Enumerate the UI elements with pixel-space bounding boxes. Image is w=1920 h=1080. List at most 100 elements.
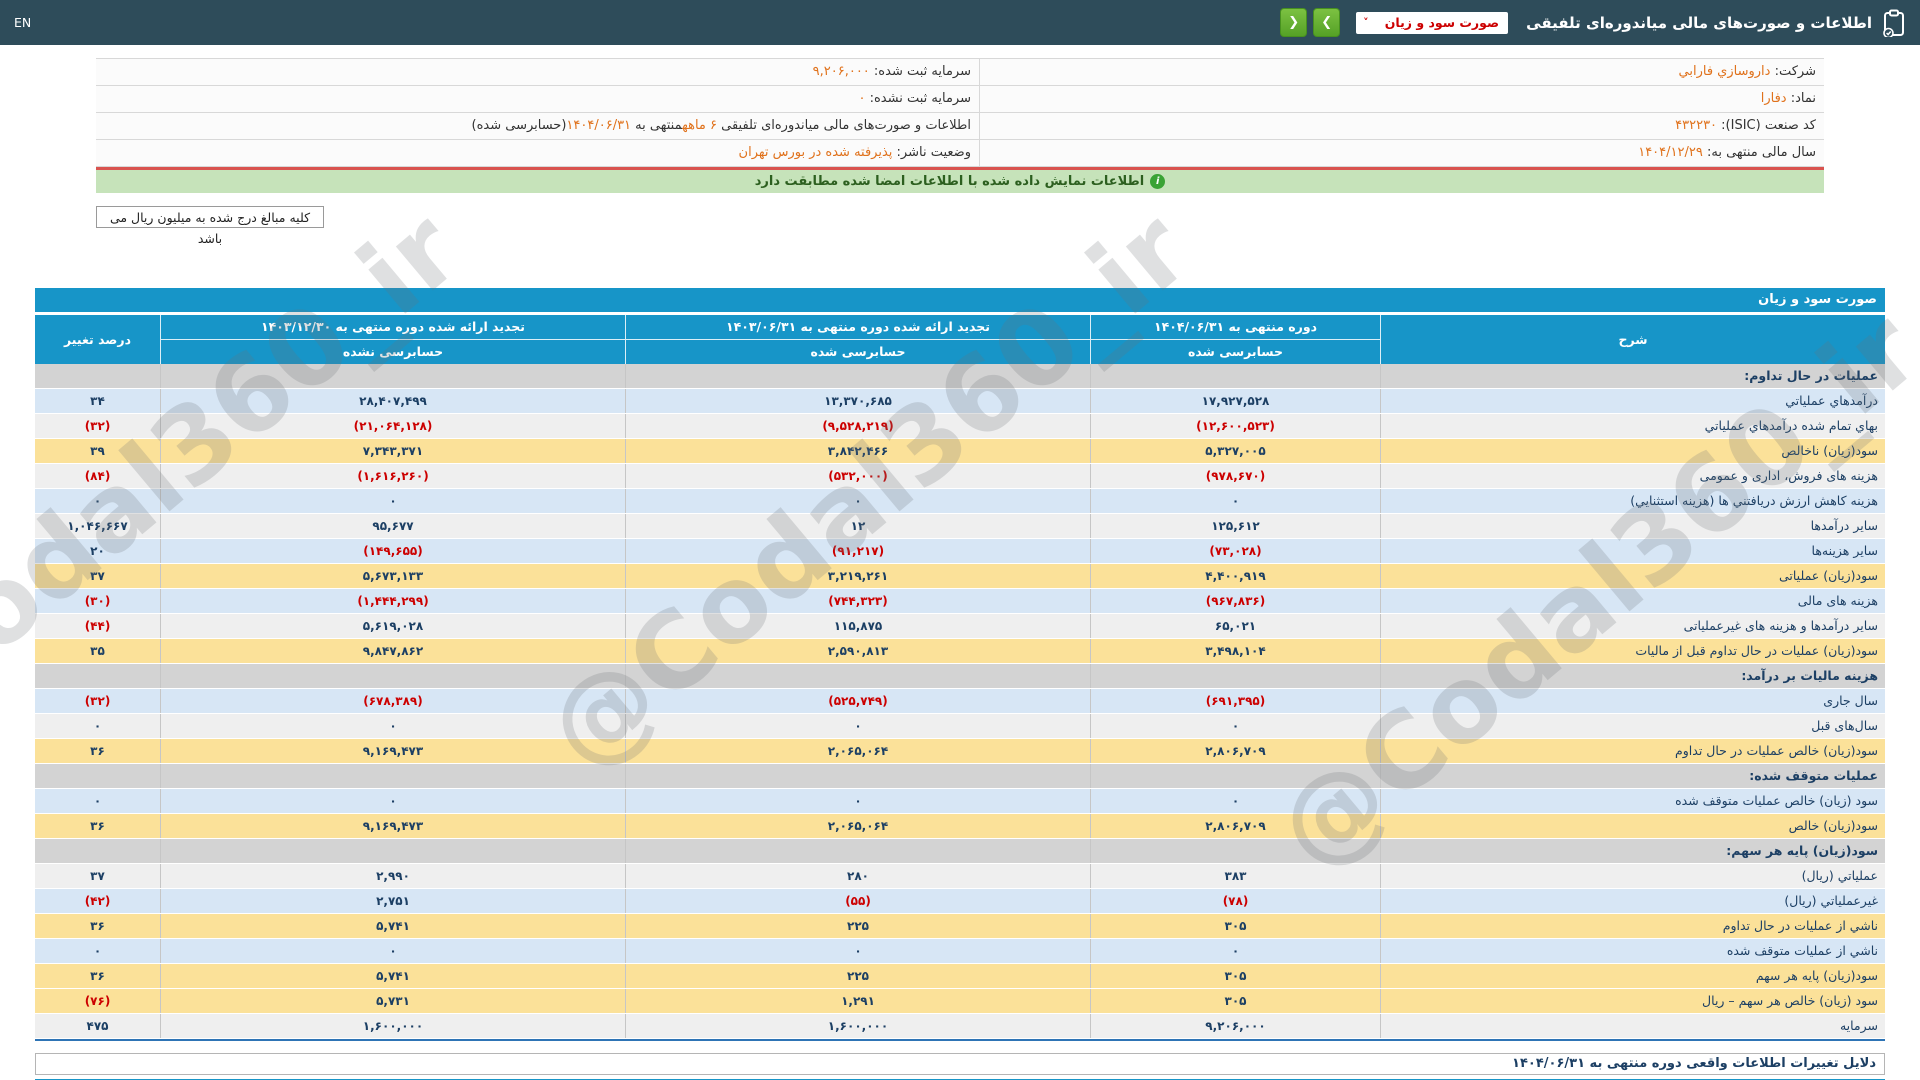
row-label: سال جاری xyxy=(1380,689,1885,713)
info-cell: اطلاعات و صورت‌های مالی میاندوره‌ای تلفی… xyxy=(96,113,979,139)
row-value: ۳۷ xyxy=(35,864,160,888)
row-value: ۲,۸۰۶,۷۰۹ xyxy=(1090,739,1380,763)
table-row: هزینه های مالی(۹۶۷,۸۳۶)(۷۴۴,۳۲۳)(۱,۴۴۴,۲… xyxy=(35,589,1885,614)
info-value: ۱۴۰۴/۰۶/۳۱ xyxy=(566,118,631,133)
row-label: ناشي از عملیات در حال تداوم xyxy=(1380,914,1885,938)
chevron-down-icon: ˅ xyxy=(1356,16,1376,29)
row-value: ۳۶ xyxy=(35,739,160,763)
table-row: سایر درآمدها و هزینه های غیرعملیاتی۶۵,۰۲… xyxy=(35,614,1885,639)
row-value xyxy=(160,839,625,863)
row-value: ۵,۷۴۱ xyxy=(160,914,625,938)
row-label: عملیاتي (ریال) xyxy=(1380,864,1885,888)
row-value xyxy=(1090,364,1380,388)
table-row: بهاي تمام شده درآمدهاي عملياتي(۱۲,۶۰۰,۵۲… xyxy=(35,414,1885,439)
row-value xyxy=(625,839,1090,863)
row-value: ۵,۷۴۱ xyxy=(160,964,625,988)
row-label: سایر درآمدها و هزینه های غیرعملیاتی xyxy=(1380,614,1885,638)
row-value: ۰ xyxy=(35,714,160,738)
row-value: (۶۷۸,۳۸۹) xyxy=(160,689,625,713)
row-value: (۱,۴۴۴,۲۹۹) xyxy=(160,589,625,613)
info-cell: کد صنعت (ISIC): ۴۳۲۲۳۰ xyxy=(979,113,1824,139)
language-toggle-en[interactable]: EN xyxy=(14,15,31,30)
row-label: سال‌های قبل xyxy=(1380,714,1885,738)
row-value: (۳۲) xyxy=(35,689,160,713)
row-value xyxy=(1090,839,1380,863)
row-value: ۳۰۵ xyxy=(1090,989,1380,1013)
row-value: ۵,۳۲۷,۰۰۵ xyxy=(1090,439,1380,463)
prev-statement-button[interactable]: ❮ xyxy=(1280,8,1307,37)
row-value xyxy=(160,764,625,788)
table-row: غیرعملیاتي (ریال)(۷۸)(۵۵)۲,۷۵۱(۴۲) xyxy=(35,889,1885,914)
row-value xyxy=(625,364,1090,388)
row-label: سود(زیان) خالص xyxy=(1380,814,1885,838)
row-value: ۶۵,۰۲۱ xyxy=(1090,614,1380,638)
audit-label: حسابرسی شده xyxy=(1091,340,1380,364)
row-value: ۳۶ xyxy=(35,964,160,988)
info-label: (حسابرسی شده) xyxy=(472,118,567,133)
company-info-row: سال مالی منتهی به: ۱۴۰۴/۱۲/۲۹وضعیت ناشر:… xyxy=(96,140,1824,167)
row-value: (۲۱,۰۶۴,۱۲۸) xyxy=(160,414,625,438)
row-label: سود (زیان) خالص عملیات متوقف شده xyxy=(1380,789,1885,813)
row-value: (۷۶) xyxy=(35,989,160,1013)
row-label: سرمایه xyxy=(1380,1014,1885,1038)
audit-label: حسابرسی شده xyxy=(626,340,1090,364)
table-row: سال جاری(۶۹۱,۳۹۵)(۵۲۵,۷۴۹)(۶۷۸,۳۸۹)(۳۲) xyxy=(35,689,1885,714)
row-value: ۱۲ xyxy=(625,514,1090,538)
row-label: سود(زیان) خالص عملیات در حال تداوم xyxy=(1380,739,1885,763)
info-value: داروسازي فارابي xyxy=(1679,64,1771,79)
info-label: کد صنعت (ISIC): xyxy=(1717,118,1816,133)
row-value: ۰ xyxy=(160,714,625,738)
row-value: ۱,۲۹۱ xyxy=(625,989,1090,1013)
info-value: ۱۴۰۴/۱۲/۲۹ xyxy=(1638,145,1703,160)
row-label: غیرعملیاتي (ریال) xyxy=(1380,889,1885,913)
row-value: ۵,۶۷۳,۱۳۳ xyxy=(160,564,625,588)
period-label: تجدید ارائه شده دوره منتهی به ۱۴۰۳/۱۲/۳۰ xyxy=(161,315,625,340)
row-value: ۳,۲۱۹,۲۶۱ xyxy=(625,564,1090,588)
row-label: سایر هزینه‌ها xyxy=(1380,539,1885,563)
row-label: سود (زیان) خالص هر سهم – ریال xyxy=(1380,989,1885,1013)
info-label: اطلاعات و صورت‌های مالی میاندوره‌ای تلفی… xyxy=(717,118,971,133)
income-statement: صورت سود و زیان شرح دوره منتهی به ۱۴۰۴/۰… xyxy=(35,288,1885,1041)
info-icon: i xyxy=(1150,174,1165,189)
row-value xyxy=(625,664,1090,688)
row-value: ۰ xyxy=(1090,714,1380,738)
statement-dropdown[interactable]: صورت سود و زیان ˅ xyxy=(1356,12,1508,34)
row-value: ۵,۷۳۱ xyxy=(160,989,625,1013)
row-value: ۵,۶۱۹,۰۲۸ xyxy=(160,614,625,638)
row-value: ۰ xyxy=(35,789,160,813)
row-label: عملیات در حال تداوم: xyxy=(1380,364,1885,388)
info-value: دفارا xyxy=(1761,91,1787,106)
audit-label: حسابرسی نشده xyxy=(161,340,625,364)
row-value: ۳۰۵ xyxy=(1090,914,1380,938)
income-statement-body: عملیات در حال تداوم:درآمدهاي عملياتي۱۷,۹… xyxy=(35,364,1885,1041)
table-row: عملیاتي (ریال)۳۸۳۲۸۰۲,۹۹۰۳۷ xyxy=(35,864,1885,889)
row-value: ۱,۶۰۰,۰۰۰ xyxy=(625,1014,1090,1038)
row-label: سود(زیان) عملیاتی xyxy=(1380,564,1885,588)
info-cell: سرمایه ثبت نشده: ۰ xyxy=(96,86,979,112)
row-value: (۴۴) xyxy=(35,614,160,638)
row-label: عملیات متوقف شده: xyxy=(1380,764,1885,788)
info-label: سرمایه ثبت نشده: xyxy=(865,91,971,106)
row-value: ۱۱۵,۸۷۵ xyxy=(625,614,1090,638)
row-value xyxy=(35,839,160,863)
section-row: عملیات متوقف شده: xyxy=(35,764,1885,789)
signature-match-text: اطلاعات نمایش داده شده با اطلاعات امضا ش… xyxy=(755,174,1145,189)
row-value: ۲۲۵ xyxy=(625,914,1090,938)
row-label: هزینه های فروش، اداری و عمومی xyxy=(1380,464,1885,488)
row-value: ۲۸,۴۰۷,۴۹۹ xyxy=(160,389,625,413)
info-label: سرمایه ثبت شده: xyxy=(870,64,971,79)
note-wrap: کلیه مبالغ درج شده به میلیون ریال می باش… xyxy=(96,206,1824,228)
row-value xyxy=(35,764,160,788)
table-row: سود(زیان) خالص۲,۸۰۶,۷۰۹۲,۰۶۵,۰۶۴۹,۱۶۹,۴۷… xyxy=(35,814,1885,839)
row-value xyxy=(35,364,160,388)
company-info-row: کد صنعت (ISIC): ۴۳۲۲۳۰ اطلاعات و صورت‌های… xyxy=(96,113,1824,140)
row-value: ۰ xyxy=(625,714,1090,738)
row-value xyxy=(160,364,625,388)
row-value: ۰ xyxy=(625,939,1090,963)
row-value: ۱,۰۴۶,۶۶۷ xyxy=(35,514,160,538)
row-value: ۷,۳۴۳,۳۷۱ xyxy=(160,439,625,463)
next-statement-button[interactable]: ❯ xyxy=(1313,8,1340,37)
row-value: (۱۲,۶۰۰,۵۲۳) xyxy=(1090,414,1380,438)
row-label: هزینه های مالی xyxy=(1380,589,1885,613)
row-label: سایر درآمدها xyxy=(1380,514,1885,538)
